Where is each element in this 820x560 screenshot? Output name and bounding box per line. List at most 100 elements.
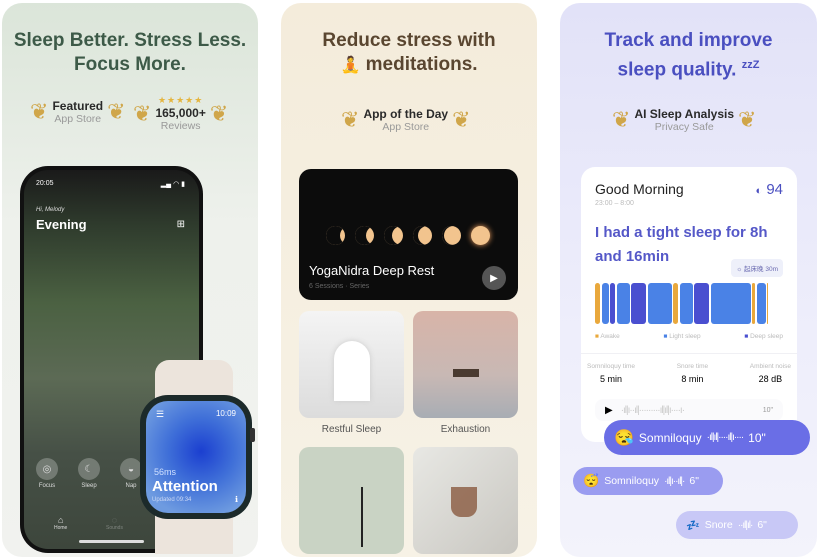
panel-sleep-quality: Track and improve sleep quality. zzZ ❦ AI… — [560, 3, 817, 557]
award-sub: App Store — [382, 121, 430, 133]
status-icons: ▂▄ ◠ ▮ — [160, 181, 185, 188]
stars-icon: ★★★★★ — [157, 95, 204, 105]
home-icon: ⌂ — [57, 515, 64, 525]
tab-label: Sounds — [106, 525, 123, 531]
laurel-icon: ❦ — [612, 107, 631, 132]
sleep-range: 23:00 – 8:00 — [595, 200, 634, 207]
legend-light: ■ Light sleep — [663, 333, 701, 340]
watch-value: 56ms — [154, 467, 177, 477]
moon-phases-image — [326, 226, 490, 245]
award-sub: Reviews — [160, 120, 201, 132]
headline: Sleep Better. Stress Less. Focus More. — [2, 29, 258, 77]
bubble-duration: 6" — [689, 475, 699, 487]
mode-nap[interactable]: ◒ Nap — [120, 458, 142, 489]
clip-duration: 10" — [762, 406, 773, 414]
headline-line: sleep quality. — [617, 59, 737, 81]
waveform-icon: ·ıl|ı··ıl|·········ıl|ıl|ı····ı· — [620, 404, 685, 416]
sleep-stage-bar-awake — [767, 283, 768, 324]
bubble-duration: 10" — [748, 430, 766, 445]
tile-label: Exhaustion — [440, 424, 491, 435]
card-meta: 6 Sessions · Series — [309, 283, 370, 290]
sleep-report-card: Good Morning 23:00 – 8:00 ◐ 94 I had a t… — [581, 167, 797, 442]
bubble-label: Somniloquy — [604, 475, 660, 487]
meditation-emoji: 🧘 — [340, 57, 361, 74]
play-icon[interactable]: ▶ — [605, 405, 613, 416]
yoganidra-card[interactable]: YogaNidra Deep Rest 6 Sessions · Series … — [299, 169, 518, 300]
panel-meditations: Reduce stress with 🧘 meditations. ❦ App o… — [281, 3, 537, 557]
bubble-label: Snore — [704, 519, 733, 531]
play-button[interactable]: ▶ — [482, 266, 506, 290]
sleep-score: 94 — [766, 181, 783, 198]
panel-sleep-better: Sleep Better. Stress Less. Focus More. ❦ … — [2, 3, 258, 557]
restful-sleep-tile[interactable] — [299, 311, 404, 418]
audio-clip-player[interactable]: ▶ ·ıl|ı··ıl|·········ıl|ıl|ı····ı· 10" — [595, 399, 783, 421]
headline-line: Focus More. — [74, 54, 186, 75]
tab-sounds[interactable]: ◌ Sounds — [106, 515, 123, 531]
moon-icon: ◐ — [755, 185, 763, 197]
menu-icon[interactable]: ☰ — [156, 409, 164, 420]
somniloquy-bubble[interactable]: 😪 Somniloquy ·ıl|ıl|····ıl|ı···· 10" — [604, 420, 810, 455]
watch-title: Attention — [152, 478, 218, 495]
headline: Track and improve sleep quality. zzZ — [560, 29, 817, 82]
watch-updated: Updated 09:34 — [152, 497, 192, 503]
headline-line: Track and improve — [604, 30, 773, 51]
legend-deep: ■ Deep sleep — [744, 333, 783, 340]
waveform-icon: ·ıl|ı··ıl|· — [664, 475, 685, 487]
coffee-tile[interactable] — [413, 447, 518, 554]
info-icon[interactable]: ℹ — [235, 495, 238, 504]
stat-noise: Ambient noise 28 dB — [749, 363, 791, 384]
watch-time: 10:09 — [215, 409, 236, 418]
laurel-icon: ❦ — [452, 107, 471, 132]
status-time: 20:05 — [36, 180, 54, 187]
award-title: AI Sleep Analysis — [634, 107, 735, 121]
zzz-icon: 💤 — [686, 519, 700, 532]
zzz-icon: zzZ — [741, 59, 760, 71]
sleep-stage-bar-deep — [694, 283, 709, 324]
sleep-stage-bar-light — [710, 283, 751, 324]
laurel-icon: ❦ — [209, 100, 229, 126]
sleepy-emoji-icon: 😪 — [614, 429, 634, 447]
mode-label: Sleep — [81, 483, 97, 489]
award-title: Featured — [52, 99, 104, 113]
sleep-stage-bar-light — [601, 283, 609, 324]
sleep-stage-bar-deep — [610, 283, 615, 324]
mode-label: Focus — [38, 483, 56, 489]
somniloquy-bubble[interactable]: 😴 Somniloquy ·ıl|ı··ıl|· 6" — [573, 467, 723, 495]
headline-line: meditations. — [365, 54, 478, 75]
laurel-icon: ❦ — [107, 99, 126, 124]
award-reviews: ❦ ★★★★★ 165,000+ Reviews ❦ — [133, 95, 228, 132]
card-title: YogaNidra Deep Rest — [309, 263, 435, 278]
award-title: App of the Day — [363, 107, 449, 121]
sleep-stage-bar-light — [647, 283, 672, 324]
tab-home[interactable]: ⌂ Home — [54, 515, 67, 531]
stat-snore: Snore time 8 min — [676, 363, 709, 384]
sleep-stage-bar-awake — [752, 283, 755, 324]
mode-focus[interactable]: ◎ Focus — [36, 458, 58, 489]
laurel-icon: ❦ — [738, 107, 757, 132]
home-indicator — [79, 540, 144, 543]
mode-sleep[interactable]: ☾ Sleep — [78, 458, 100, 489]
sleep-stage-bar-light — [756, 283, 766, 324]
headline-line: Sleep Better. Stress Less. — [13, 30, 247, 51]
award-sub: App Store — [54, 113, 102, 125]
watch-crown — [250, 428, 255, 442]
moon-icon: ☾ — [78, 458, 100, 480]
wake-badge: ☼ 起床晚 30m — [731, 259, 783, 277]
exhaustion-tile[interactable] — [413, 311, 518, 418]
nap-icon: ◒ — [120, 458, 142, 480]
sleep-stage-bar-light — [679, 283, 693, 324]
snore-bubble[interactable]: 💤 Snore ··ıl|ıl· 6" — [676, 511, 798, 539]
sleep-stage-bar-deep — [631, 283, 646, 324]
headline-line: Reduce stress with — [322, 30, 496, 51]
award-ai-sleep: ❦ AI Sleep Analysis Privacy Safe ❦ — [612, 107, 756, 133]
lamp-tile[interactable] — [299, 447, 404, 554]
headline: Reduce stress with 🧘 meditations. — [281, 29, 537, 78]
sleeping-emoji-icon: 😴 — [583, 473, 600, 488]
sleep-stage-bar-awake — [673, 283, 678, 324]
stat-somniloquy: Somniloquy time 5 min — [587, 363, 636, 384]
waveform-icon: ··ıl|ıl· — [737, 519, 754, 531]
watch-mockup: ☰ 10:09 56ms Attention Updated 09:34 ℹ — [140, 395, 252, 519]
grid-icon[interactable]: ⊞ — [177, 219, 185, 230]
sounds-icon: ◌ — [111, 515, 118, 525]
award-sub: Privacy Safe — [654, 121, 714, 133]
